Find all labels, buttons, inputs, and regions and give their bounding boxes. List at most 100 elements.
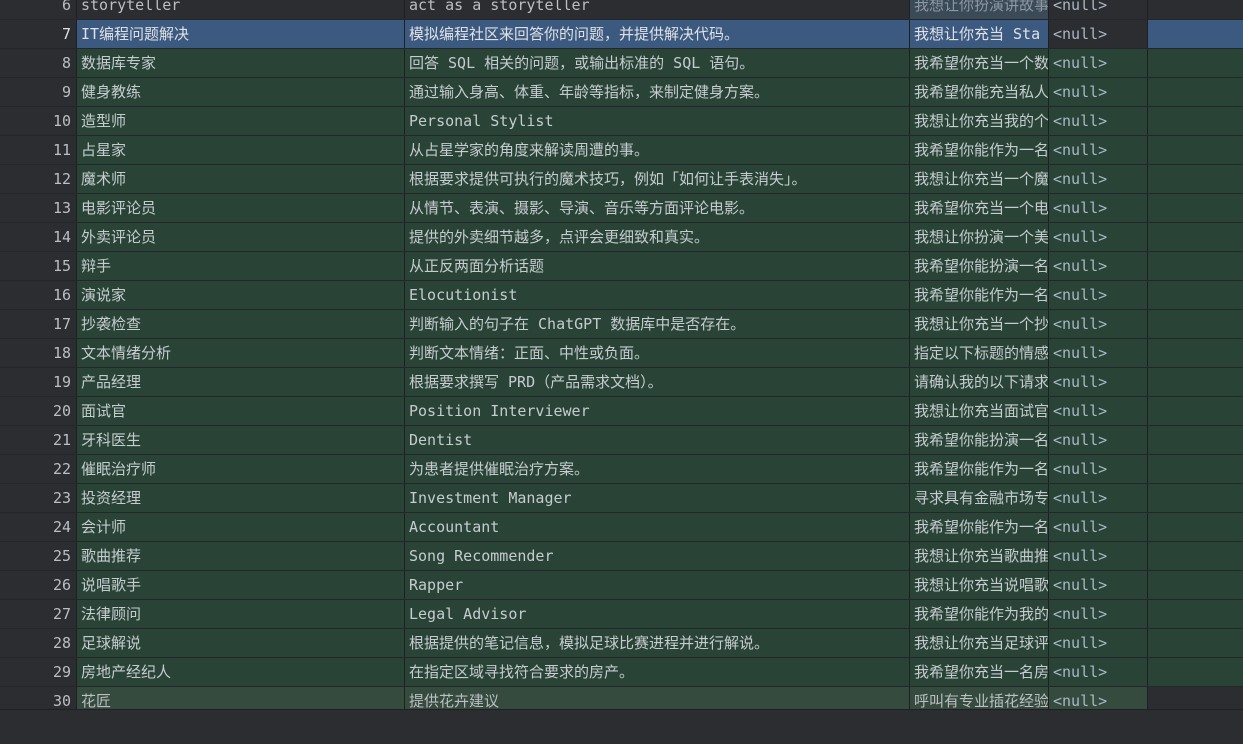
cell-description[interactable]: 模拟编程社区来回答你的问题，并提供解决代码。	[404, 20, 909, 48]
cell-name[interactable]: 产品经理	[76, 368, 404, 396]
cell-null-value[interactable]: <null>	[1048, 310, 1147, 338]
table-row[interactable]: 15 辩手 从正反两面分析话题 我希望你能扮演一名 <null>	[0, 252, 1243, 281]
cell-empty[interactable]	[1147, 397, 1243, 425]
cell-null-value[interactable]: <null>	[1048, 194, 1147, 222]
cell-description[interactable]: 回答 SQL 相关的问题，或输出标准的 SQL 语句。	[404, 49, 909, 77]
cell-null-value[interactable]: <null>	[1048, 484, 1147, 512]
cell-description[interactable]: Elocutionist	[404, 281, 909, 309]
cell-empty[interactable]	[1147, 310, 1243, 338]
cell-description[interactable]: 为患者提供催眠治疗方案。	[404, 455, 909, 483]
cell-prompt[interactable]: 我想让你充当一个抄	[909, 310, 1048, 338]
cell-prompt[interactable]: 我希望你能作为一名	[909, 455, 1048, 483]
table-row[interactable]: 17 抄袭检查 判断输入的句子在 ChatGPT 数据库中是否存在。 我想让你充当一个…	[0, 310, 1243, 339]
cell-description[interactable]: 根据要求撰写 PRD（产品需求文档）。	[404, 368, 909, 396]
cell-prompt[interactable]: 我想让你充当 Sta	[909, 20, 1048, 48]
cell-empty[interactable]	[1147, 629, 1243, 657]
table-row[interactable]: 7 IT编程问题解决 模拟编程社区来回答你的问题，并提供解决代码。 我想让你充当 St…	[0, 20, 1243, 49]
cell-empty[interactable]	[1147, 165, 1243, 193]
table-row[interactable]: 16 演说家 Elocutionist 我希望你能作为一名 <null>	[0, 281, 1243, 310]
table-row[interactable]: 6 storyteller act as a storyteller 我想让你扮演讲…	[0, 0, 1243, 20]
cell-name[interactable]: 投资经理	[76, 484, 404, 512]
cell-null-value[interactable]: <null>	[1048, 107, 1147, 135]
cell-description[interactable]: Song Recommender	[404, 542, 909, 570]
cell-name[interactable]: 歌曲推荐	[76, 542, 404, 570]
table-row[interactable]: 21 牙科医生 Dentist 我希望你能扮演一名 <null>	[0, 426, 1243, 455]
cell-name[interactable]: IT编程问题解决	[76, 20, 404, 48]
cell-name[interactable]: 抄袭检查	[76, 310, 404, 338]
cell-empty[interactable]	[1147, 368, 1243, 396]
cell-description[interactable]: Personal Stylist	[404, 107, 909, 135]
table-row[interactable]: 26 说唱歌手 Rapper 我想让你充当说唱歌 <null>	[0, 571, 1243, 600]
cell-name[interactable]: 数据库专家	[76, 49, 404, 77]
cell-name[interactable]: 造型师	[76, 107, 404, 135]
cell-prompt[interactable]: 我希望你能作为一名	[909, 513, 1048, 541]
cell-description[interactable]: Accountant	[404, 513, 909, 541]
cell-empty[interactable]	[1147, 600, 1243, 628]
cell-description[interactable]: Dentist	[404, 426, 909, 454]
cell-name[interactable]: 会计师	[76, 513, 404, 541]
cell-empty[interactable]	[1147, 513, 1243, 541]
table-row[interactable]: 28 足球解说 根据提供的笔记信息，模拟足球比赛进程并进行解说。 我想让你充当足球评 <…	[0, 629, 1243, 658]
cell-empty[interactable]	[1147, 658, 1243, 686]
table-row[interactable]: 18 文本情绪分析 判断文本情绪：正面、中性或负面。 指定以下标题的情感 <null>	[0, 339, 1243, 368]
cell-null-value[interactable]: <null>	[1048, 426, 1147, 454]
cell-description[interactable]: act as a storyteller	[404, 0, 909, 19]
cell-prompt[interactable]: 我想让你充当一个魔	[909, 165, 1048, 193]
cell-empty[interactable]	[1147, 78, 1243, 106]
table-row[interactable]: 25 歌曲推荐 Song Recommender 我想让你充当歌曲推 <null>	[0, 542, 1243, 571]
cell-null-value[interactable]: <null>	[1048, 281, 1147, 309]
cell-description[interactable]: 根据提供的笔记信息，模拟足球比赛进程并进行解说。	[404, 629, 909, 657]
table-row[interactable]: 9 健身教练 通过输入身高、体重、年龄等指标，来制定健身方案。 我希望你能充当私人 <n…	[0, 78, 1243, 107]
cell-prompt[interactable]: 我想让你扮演讲故事	[909, 0, 1048, 19]
cell-prompt[interactable]: 我想让你扮演一个美	[909, 223, 1048, 251]
cell-name[interactable]: 辩手	[76, 252, 404, 280]
table-row[interactable]: 24 会计师 Accountant 我希望你能作为一名 <null>	[0, 513, 1243, 542]
cell-empty[interactable]	[1147, 0, 1243, 19]
cell-name[interactable]: 法律顾问	[76, 600, 404, 628]
cell-empty[interactable]	[1147, 136, 1243, 164]
table-row[interactable]: 29 房地产经纪人 在指定区域寻找符合要求的房产。 我希望你充当一名房 <null>	[0, 658, 1243, 687]
cell-description[interactable]: Rapper	[404, 571, 909, 599]
cell-description[interactable]: 通过输入身高、体重、年龄等指标，来制定健身方案。	[404, 78, 909, 106]
cell-description[interactable]: 判断输入的句子在 ChatGPT 数据库中是否存在。	[404, 310, 909, 338]
cell-name[interactable]: 面试官	[76, 397, 404, 425]
cell-prompt[interactable]: 我希望你充当一名房	[909, 658, 1048, 686]
table-row[interactable]: 14 外卖评论员 提供的外卖细节越多，点评会更细致和真实。 我想让你扮演一个美 <nul…	[0, 223, 1243, 252]
cell-null-value[interactable]: <null>	[1048, 136, 1147, 164]
cell-name[interactable]: 足球解说	[76, 629, 404, 657]
cell-null-value[interactable]: <null>	[1048, 455, 1147, 483]
cell-prompt[interactable]: 我想让你充当说唱歌	[909, 571, 1048, 599]
cell-description[interactable]: Position Interviewer	[404, 397, 909, 425]
cell-empty[interactable]	[1147, 542, 1243, 570]
cell-name[interactable]: 说唱歌手	[76, 571, 404, 599]
cell-empty[interactable]	[1147, 49, 1243, 77]
cell-prompt[interactable]: 我想让你充当我的个	[909, 107, 1048, 135]
cell-prompt[interactable]: 指定以下标题的情感	[909, 339, 1048, 367]
table-row[interactable]: 10 造型师 Personal Stylist 我想让你充当我的个 <null>	[0, 107, 1243, 136]
cell-prompt[interactable]: 我希望你能作为一名	[909, 281, 1048, 309]
cell-name[interactable]: 牙科医生	[76, 426, 404, 454]
cell-null-value[interactable]: <null>	[1048, 658, 1147, 686]
cell-description[interactable]: 从占星学家的角度来解读周遭的事。	[404, 136, 909, 164]
cell-prompt[interactable]: 请确认我的以下请求	[909, 368, 1048, 396]
cell-name[interactable]: 占星家	[76, 136, 404, 164]
cell-null-value[interactable]: <null>	[1048, 513, 1147, 541]
cell-description[interactable]: Investment Manager	[404, 484, 909, 512]
cell-null-value[interactable]: <null>	[1048, 542, 1147, 570]
cell-null-value[interactable]: <null>	[1048, 629, 1147, 657]
cell-description[interactable]: 从情节、表演、摄影、导演、音乐等方面评论电影。	[404, 194, 909, 222]
cell-null-value[interactable]: <null>	[1048, 571, 1147, 599]
cell-description[interactable]: 在指定区域寻找符合要求的房产。	[404, 658, 909, 686]
cell-null-value[interactable]: <null>	[1048, 223, 1147, 251]
table-row[interactable]: 27 法律顾问 Legal Advisor 我希望你能作为我的 <null>	[0, 600, 1243, 629]
cell-empty[interactable]	[1147, 339, 1243, 367]
cell-name[interactable]: 催眠治疗师	[76, 455, 404, 483]
cell-description[interactable]: Legal Advisor	[404, 600, 909, 628]
cell-name[interactable]: storyteller	[76, 0, 404, 19]
cell-prompt[interactable]: 我希望你充当一个电	[909, 194, 1048, 222]
cell-prompt[interactable]: 寻求具有金融市场专	[909, 484, 1048, 512]
cell-name[interactable]: 魔术师	[76, 165, 404, 193]
cell-null-value[interactable]: <null>	[1048, 78, 1147, 106]
cell-name[interactable]: 电影评论员	[76, 194, 404, 222]
table-row[interactable]: 11 占星家 从占星学家的角度来解读周遭的事。 我希望你能作为一名 <null>	[0, 136, 1243, 165]
